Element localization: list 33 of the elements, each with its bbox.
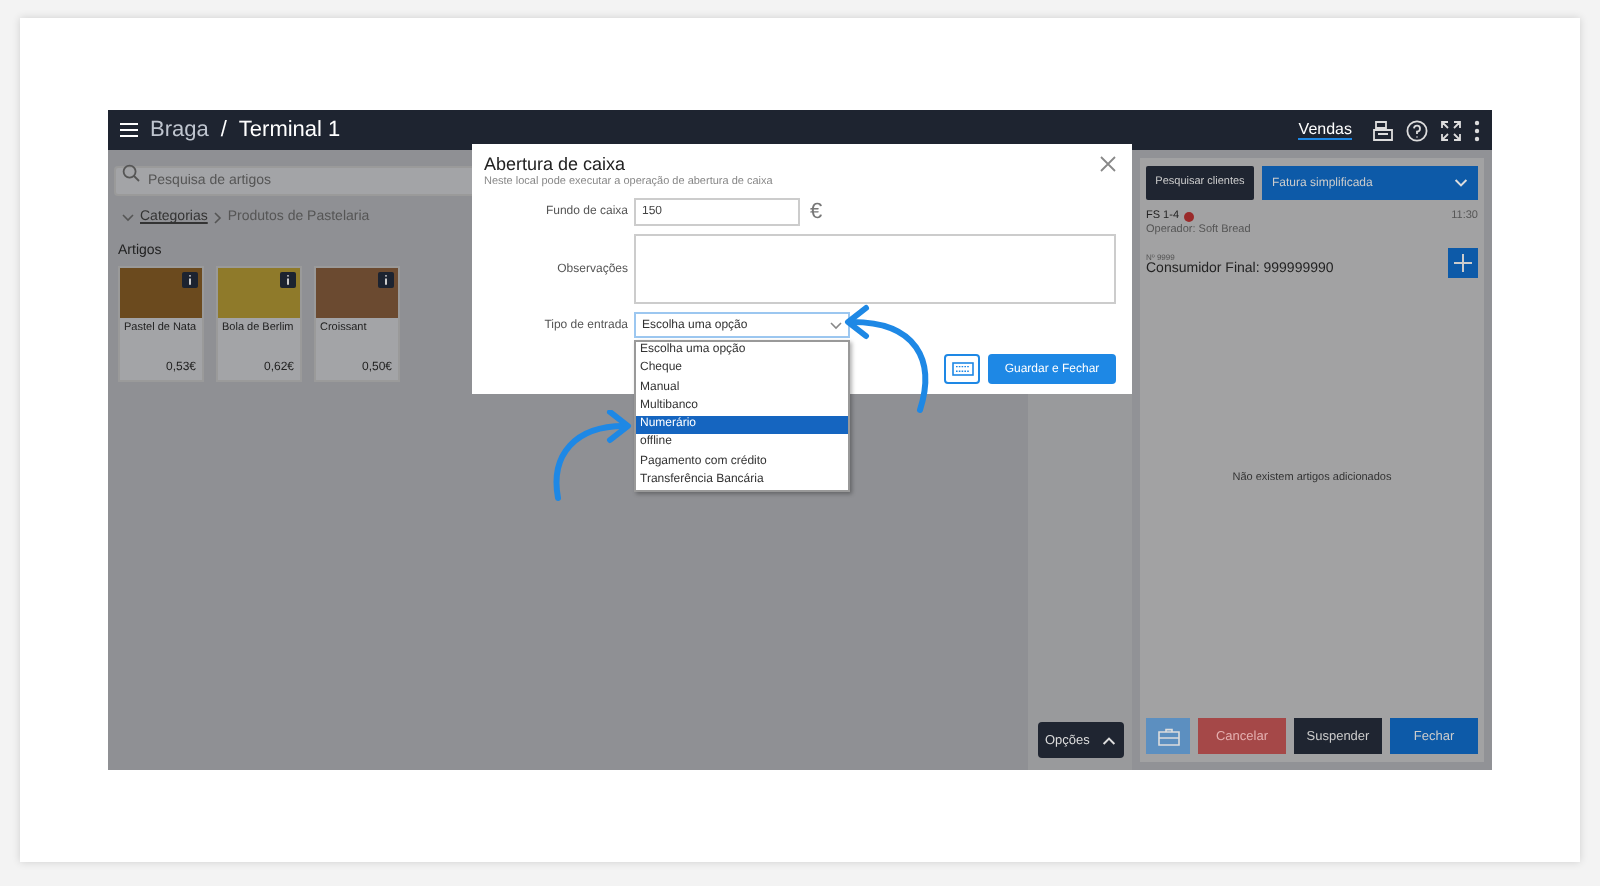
location-name: Braga (150, 118, 209, 142)
notes-field[interactable] (634, 234, 1116, 304)
keyboard-button[interactable] (944, 354, 980, 384)
chevron-up-icon (1101, 735, 1115, 745)
info-icon[interactable] (378, 272, 394, 288)
photo-placeholder (316, 268, 398, 318)
sales-link[interactable]: Vendas (1298, 120, 1352, 140)
photo-placeholder (218, 268, 300, 318)
info-icon[interactable] (182, 272, 198, 288)
chevron-right-icon (213, 211, 222, 223)
chevron-down-icon (1454, 178, 1468, 188)
modal-title: Abertura de caixa (484, 154, 626, 174)
fullscreen-icon[interactable] (1440, 119, 1462, 141)
title-separator: / (220, 118, 227, 142)
keyboard-icon (951, 362, 973, 376)
cash-register-icon[interactable] (1372, 119, 1394, 141)
alert-dot-icon (1183, 211, 1194, 221)
info-icon[interactable] (280, 272, 296, 288)
terminal-name: Terminal 1 (238, 118, 341, 142)
photo-placeholder (120, 268, 202, 318)
chevron-down-icon (122, 213, 134, 221)
add-button[interactable] (1448, 248, 1478, 278)
plus-icon (1454, 254, 1472, 272)
more-icon[interactable] (1474, 119, 1480, 141)
chevron-down-icon (830, 321, 842, 329)
menu-icon[interactable] (120, 122, 138, 138)
close-icon[interactable] (1100, 156, 1116, 172)
currency-symbol: € (810, 200, 823, 224)
search-icon (122, 164, 140, 182)
toolbox-icon (1157, 727, 1179, 745)
curved-arrow (553, 410, 631, 501)
help-icon[interactable] (1406, 119, 1428, 141)
curved-arrow (845, 305, 929, 413)
